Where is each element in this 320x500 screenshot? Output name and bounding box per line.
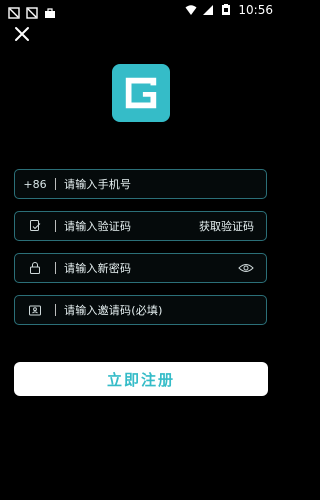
wifi-icon (184, 4, 197, 16)
get-code-button[interactable]: 获取验证码 (199, 218, 254, 234)
close-icon[interactable] (12, 24, 32, 44)
status-time: 10:56 (238, 3, 273, 17)
field-divider (55, 304, 56, 316)
verification-code-field[interactable]: 请输入验证码 获取验证码 (14, 211, 267, 241)
status-left-icons (8, 4, 56, 19)
register-button[interactable]: 立即注册 (14, 362, 268, 396)
id-card-icon (15, 303, 55, 317)
password-input[interactable]: 请输入新密码 (64, 260, 131, 276)
app-logo-icon (112, 64, 170, 122)
phone-field[interactable]: +86 请输入手机号 (14, 169, 267, 199)
password-field[interactable]: 请输入新密码 (14, 253, 267, 283)
battery-icon (220, 4, 232, 16)
notification-icon (26, 4, 38, 19)
eye-icon[interactable] (238, 262, 254, 274)
shield-check-icon (15, 219, 55, 233)
verification-code-input[interactable]: 请输入验证码 (64, 218, 131, 234)
bag-icon (44, 4, 56, 18)
invite-code-field[interactable]: 请输入邀请码(必填) (14, 295, 267, 325)
signal-icon (202, 4, 214, 16)
lock-icon (15, 261, 55, 275)
field-divider (55, 262, 56, 274)
field-divider (55, 220, 56, 232)
invite-code-input[interactable]: 请输入邀请码(必填) (64, 302, 163, 318)
status-bar: 10:56 (0, 0, 281, 22)
phone-input[interactable]: 请输入手机号 (64, 176, 131, 192)
country-code[interactable]: +86 (15, 178, 55, 191)
field-divider (55, 178, 56, 190)
status-right: 10:56 (184, 3, 273, 17)
notification-icon (8, 4, 20, 19)
